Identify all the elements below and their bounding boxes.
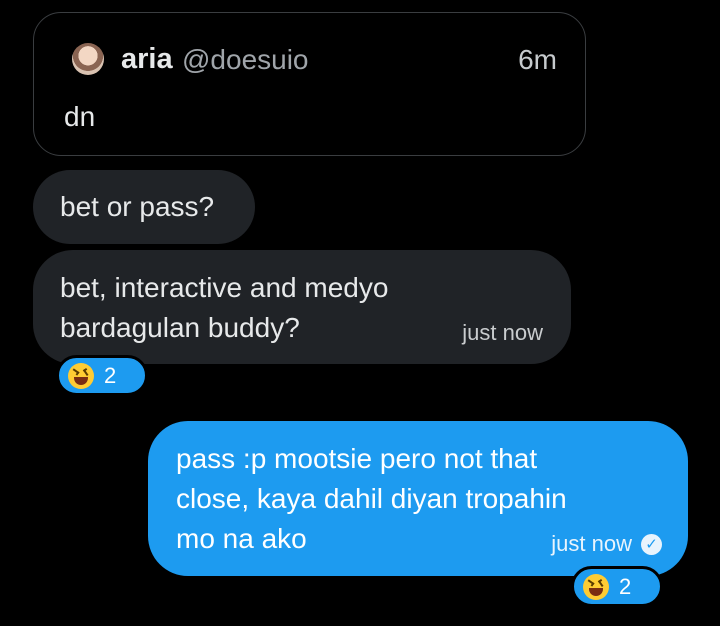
post-text: dn: [64, 101, 96, 132]
quoted-post[interactable]: aria @doesuio 6m dn: [33, 12, 586, 156]
message-text: bet or pass?: [60, 191, 215, 222]
laughing-emoji-icon: [583, 573, 609, 600]
message-timestamp: just now: [462, 320, 543, 345]
message-timestamp: just now: [551, 531, 632, 556]
author-name: aria: [121, 43, 173, 75]
author-handle: @doesuio: [182, 44, 309, 75]
post-time: 6m: [518, 44, 557, 75]
laughing-emoji-icon: [68, 362, 94, 389]
message-bubble-sent[interactable]: pass :p mootsie pero not that close, kay…: [148, 421, 688, 576]
reaction-badge[interactable]: 2: [56, 355, 148, 396]
avatar[interactable]: [72, 43, 104, 75]
reaction-count: 2: [104, 362, 117, 388]
reaction-count: 2: [619, 573, 632, 599]
message-bubble-received[interactable]: bet, interactive and medyo bardagulan bu…: [33, 250, 571, 364]
message-bubble-received[interactable]: bet or pass?: [33, 170, 255, 244]
reaction-badge[interactable]: 2: [571, 566, 663, 607]
seen-check-icon: ✓: [641, 534, 662, 555]
